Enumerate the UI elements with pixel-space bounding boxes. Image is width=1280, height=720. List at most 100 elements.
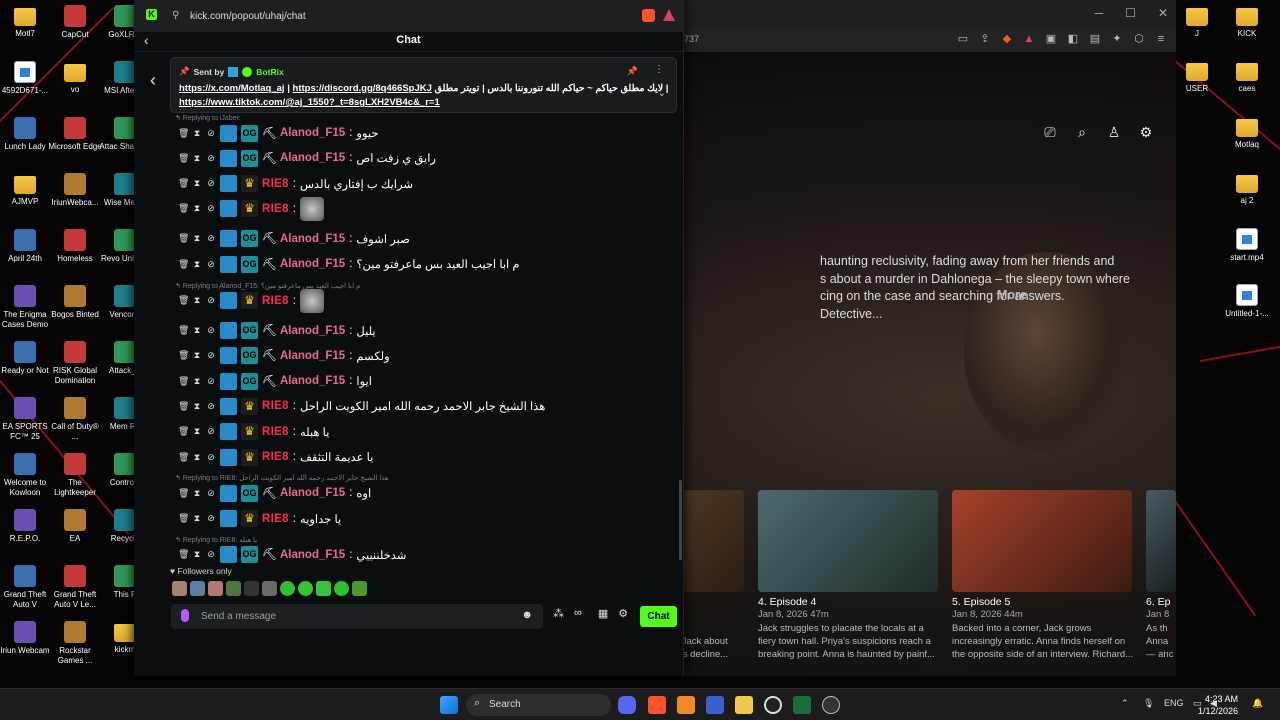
desktop-icon[interactable]: Call of Duty® ... <box>48 397 102 442</box>
file-explorer-icon[interactable] <box>735 696 753 714</box>
emote[interactable] <box>208 581 223 596</box>
chevron-up-icon[interactable]: ⌃ <box>1121 698 1129 709</box>
chat-username[interactable]: RIE8 <box>262 203 289 215</box>
timeout-icon[interactable]: ⧗ <box>192 488 202 499</box>
desktop-icon[interactable]: Bogos Binted <box>48 285 102 320</box>
timeout-icon[interactable]: ⧗ <box>192 401 202 412</box>
chat-message[interactable]: 🗑 ⧗ ⊘ ♛ RIE8: يا هبله <box>178 423 329 441</box>
timeout-icon[interactable]: ⧗ <box>192 259 202 270</box>
timeout-icon[interactable]: ⧗ <box>192 513 202 524</box>
chat-scrollbar[interactable] <box>679 480 682 560</box>
reply-context[interactable]: ↰ Replying to RIE8: هذا الشيخ جابر الاحم… <box>175 474 389 482</box>
app-icon[interactable] <box>793 696 811 714</box>
delete-icon[interactable]: 🗑 <box>178 401 189 412</box>
timeout-icon[interactable]: ⧗ <box>192 452 202 463</box>
chat-message[interactable]: 🗑 ⧗ ⊘ OG ⛏ Alanod_F15: شدخلننييي <box>178 546 406 564</box>
vpn-icon[interactable]: ⬡ <box>1132 32 1146 46</box>
chat-message[interactable]: 🗑 ⧗ ⊘ OG ⛏ Alanod_F15: اوه <box>178 484 371 502</box>
brave-icon[interactable] <box>648 696 666 714</box>
chat-message[interactable]: 🗑 ⧗ ⊘ OG ⛏ Alanod_F15: يليل <box>178 322 376 340</box>
desktop-icon[interactable]: EA SPORTS FC™ 25 <box>0 397 52 442</box>
cast-icon[interactable]: ▭ <box>956 32 970 46</box>
emote[interactable] <box>262 581 277 596</box>
desktop-icon[interactable]: J <box>1170 5 1224 39</box>
ban-icon[interactable]: ⊘ <box>206 426 216 437</box>
store-icon[interactable]: ▦ <box>598 607 608 620</box>
more-button[interactable]: More <box>997 288 1027 302</box>
desktop-icon[interactable]: Untitled-1-... <box>1220 284 1274 319</box>
delete-icon[interactable]: 🗑 <box>178 426 189 437</box>
episode-thumbnail[interactable] <box>758 490 938 592</box>
chat-username[interactable]: RIE8 <box>262 400 289 412</box>
kicks-icon[interactable]: ⁂ <box>553 607 564 620</box>
desktop-icon[interactable]: Ready or Not <box>0 341 52 376</box>
episode-thumbnail[interactable] <box>952 490 1132 592</box>
timeout-icon[interactable]: ⧗ <box>192 153 202 164</box>
ban-icon[interactable]: ⊘ <box>206 452 216 463</box>
desktop-icon[interactable]: EA <box>48 509 102 544</box>
timeout-icon[interactable]: ⧗ <box>192 350 202 361</box>
desktop-icon[interactable]: IriunWebca... <box>48 173 102 208</box>
desktop-icon[interactable]: Motlaq <box>1220 116 1274 150</box>
chat-message[interactable]: 🗑 ⧗ ⊘ OG ⛏ Alanod_F15: ولكسم <box>178 347 390 365</box>
timeout-icon[interactable]: ⧗ <box>192 325 202 336</box>
chat-message[interactable]: 🗑 ⧗ ⊘ OG ⛏ Alanod_F15: م ابا اجيب العيد بس ماع… <box>178 255 520 273</box>
desktop-icon[interactable]: Iriun Webcam <box>0 621 52 656</box>
chat-username[interactable]: Alanod_F15 <box>280 325 345 337</box>
delete-icon[interactable]: 🗑 <box>178 128 189 139</box>
timeout-icon[interactable]: ⧗ <box>192 178 202 189</box>
desktop-icon[interactable]: Welcome to Kowloon <box>0 453 52 498</box>
tiktok-link[interactable]: https://www.tiktok.com/@aj_1550?_t=8sgLX… <box>179 97 440 108</box>
ban-icon[interactable]: ⊘ <box>206 488 216 499</box>
app-icon[interactable] <box>822 696 840 714</box>
message-input[interactable] <box>201 608 511 625</box>
sidebar-icon[interactable]: ◧ <box>1066 32 1080 46</box>
chat-username[interactable]: RIE8 <box>262 426 289 438</box>
desktop-icon[interactable]: The Enigma Cases Demo <box>0 285 52 330</box>
chat-username[interactable]: Alanod_F15 <box>280 350 345 362</box>
timeout-icon[interactable]: ⧗ <box>192 295 202 306</box>
chat-username[interactable]: Alanod_F15 <box>280 487 345 499</box>
ban-icon[interactable]: ⊘ <box>206 401 216 412</box>
more-options-icon[interactable]: ⋮ <box>654 64 664 75</box>
episode-title[interactable]: 4. Episode 4 <box>758 596 816 608</box>
desktop-icon[interactable]: Lunch Lady <box>0 117 52 152</box>
bot-name[interactable]: BotRix <box>256 67 283 77</box>
reply-context[interactable]: ↰ Replying to Alanod_F15: م ابا اجيب الع… <box>175 282 360 290</box>
delete-icon[interactable]: 🗑 <box>178 488 189 499</box>
share-icon[interactable]: ⇪ <box>978 32 992 46</box>
pin-icon[interactable]: 📌 <box>627 66 638 77</box>
windows-start-icon[interactable] <box>440 696 458 714</box>
desktop-icon[interactable]: vo <box>48 61 102 95</box>
brave-shield-icon[interactable]: ◆ <box>1000 32 1014 46</box>
emote[interactable] <box>190 581 205 596</box>
delete-icon[interactable]: 🗑 <box>178 350 189 361</box>
clock[interactable]: 4:23 AM 1/12/2026 <box>1198 693 1238 717</box>
app-icon[interactable] <box>677 696 695 714</box>
cast-icon[interactable]: ⎚ <box>1042 124 1058 140</box>
ban-icon[interactable]: ⊘ <box>206 350 216 361</box>
menu-icon[interactable]: ≡ <box>1154 32 1168 46</box>
timeout-icon[interactable]: ⧗ <box>192 203 202 214</box>
chat-username[interactable]: RIE8 <box>262 451 289 463</box>
desktop-icon[interactable]: CapCut <box>48 5 102 40</box>
delete-icon[interactable]: 🗑 <box>178 178 189 189</box>
gear-icon[interactable]: ⚙ <box>1138 124 1154 140</box>
emote[interactable] <box>172 581 187 596</box>
episode-title[interactable]: 6. Ep <box>1146 596 1171 608</box>
chat-username[interactable]: Alanod_F15 <box>280 549 345 561</box>
chat-message[interactable]: 🗑 ⧗ ⊘ ♛ RIE8: هذا الشيخ جابر الاحمد رحمه الله… <box>178 397 545 415</box>
search-icon[interactable]: ⌕ <box>1074 124 1090 140</box>
chat-username[interactable]: Alanod_F15 <box>280 258 345 270</box>
ban-icon[interactable]: ⊘ <box>206 128 216 139</box>
emoji-icon[interactable]: ☻ <box>521 609 533 621</box>
desktop-icon[interactable]: Motl7 <box>0 5 52 39</box>
reply-context[interactable]: ↰ Replying to RIE8: يا هبله <box>175 536 257 544</box>
wallet-icon[interactable]: ▤ <box>1088 32 1102 46</box>
chat-message[interactable]: 🗑 ⧗ ⊘ OG ⛏ Alanod_F15: ايوا <box>178 372 372 390</box>
delete-icon[interactable]: 🗑 <box>178 259 189 270</box>
timeout-icon[interactable]: ⧗ <box>192 128 202 139</box>
emote[interactable] <box>244 581 259 596</box>
desktop-icon[interactable]: Rockstar Games ... <box>48 621 102 666</box>
chat-message[interactable]: 🗑 ⧗ ⊘ OG ⛏ Alanod_F15: رايق ي زفت اص <box>178 149 436 167</box>
